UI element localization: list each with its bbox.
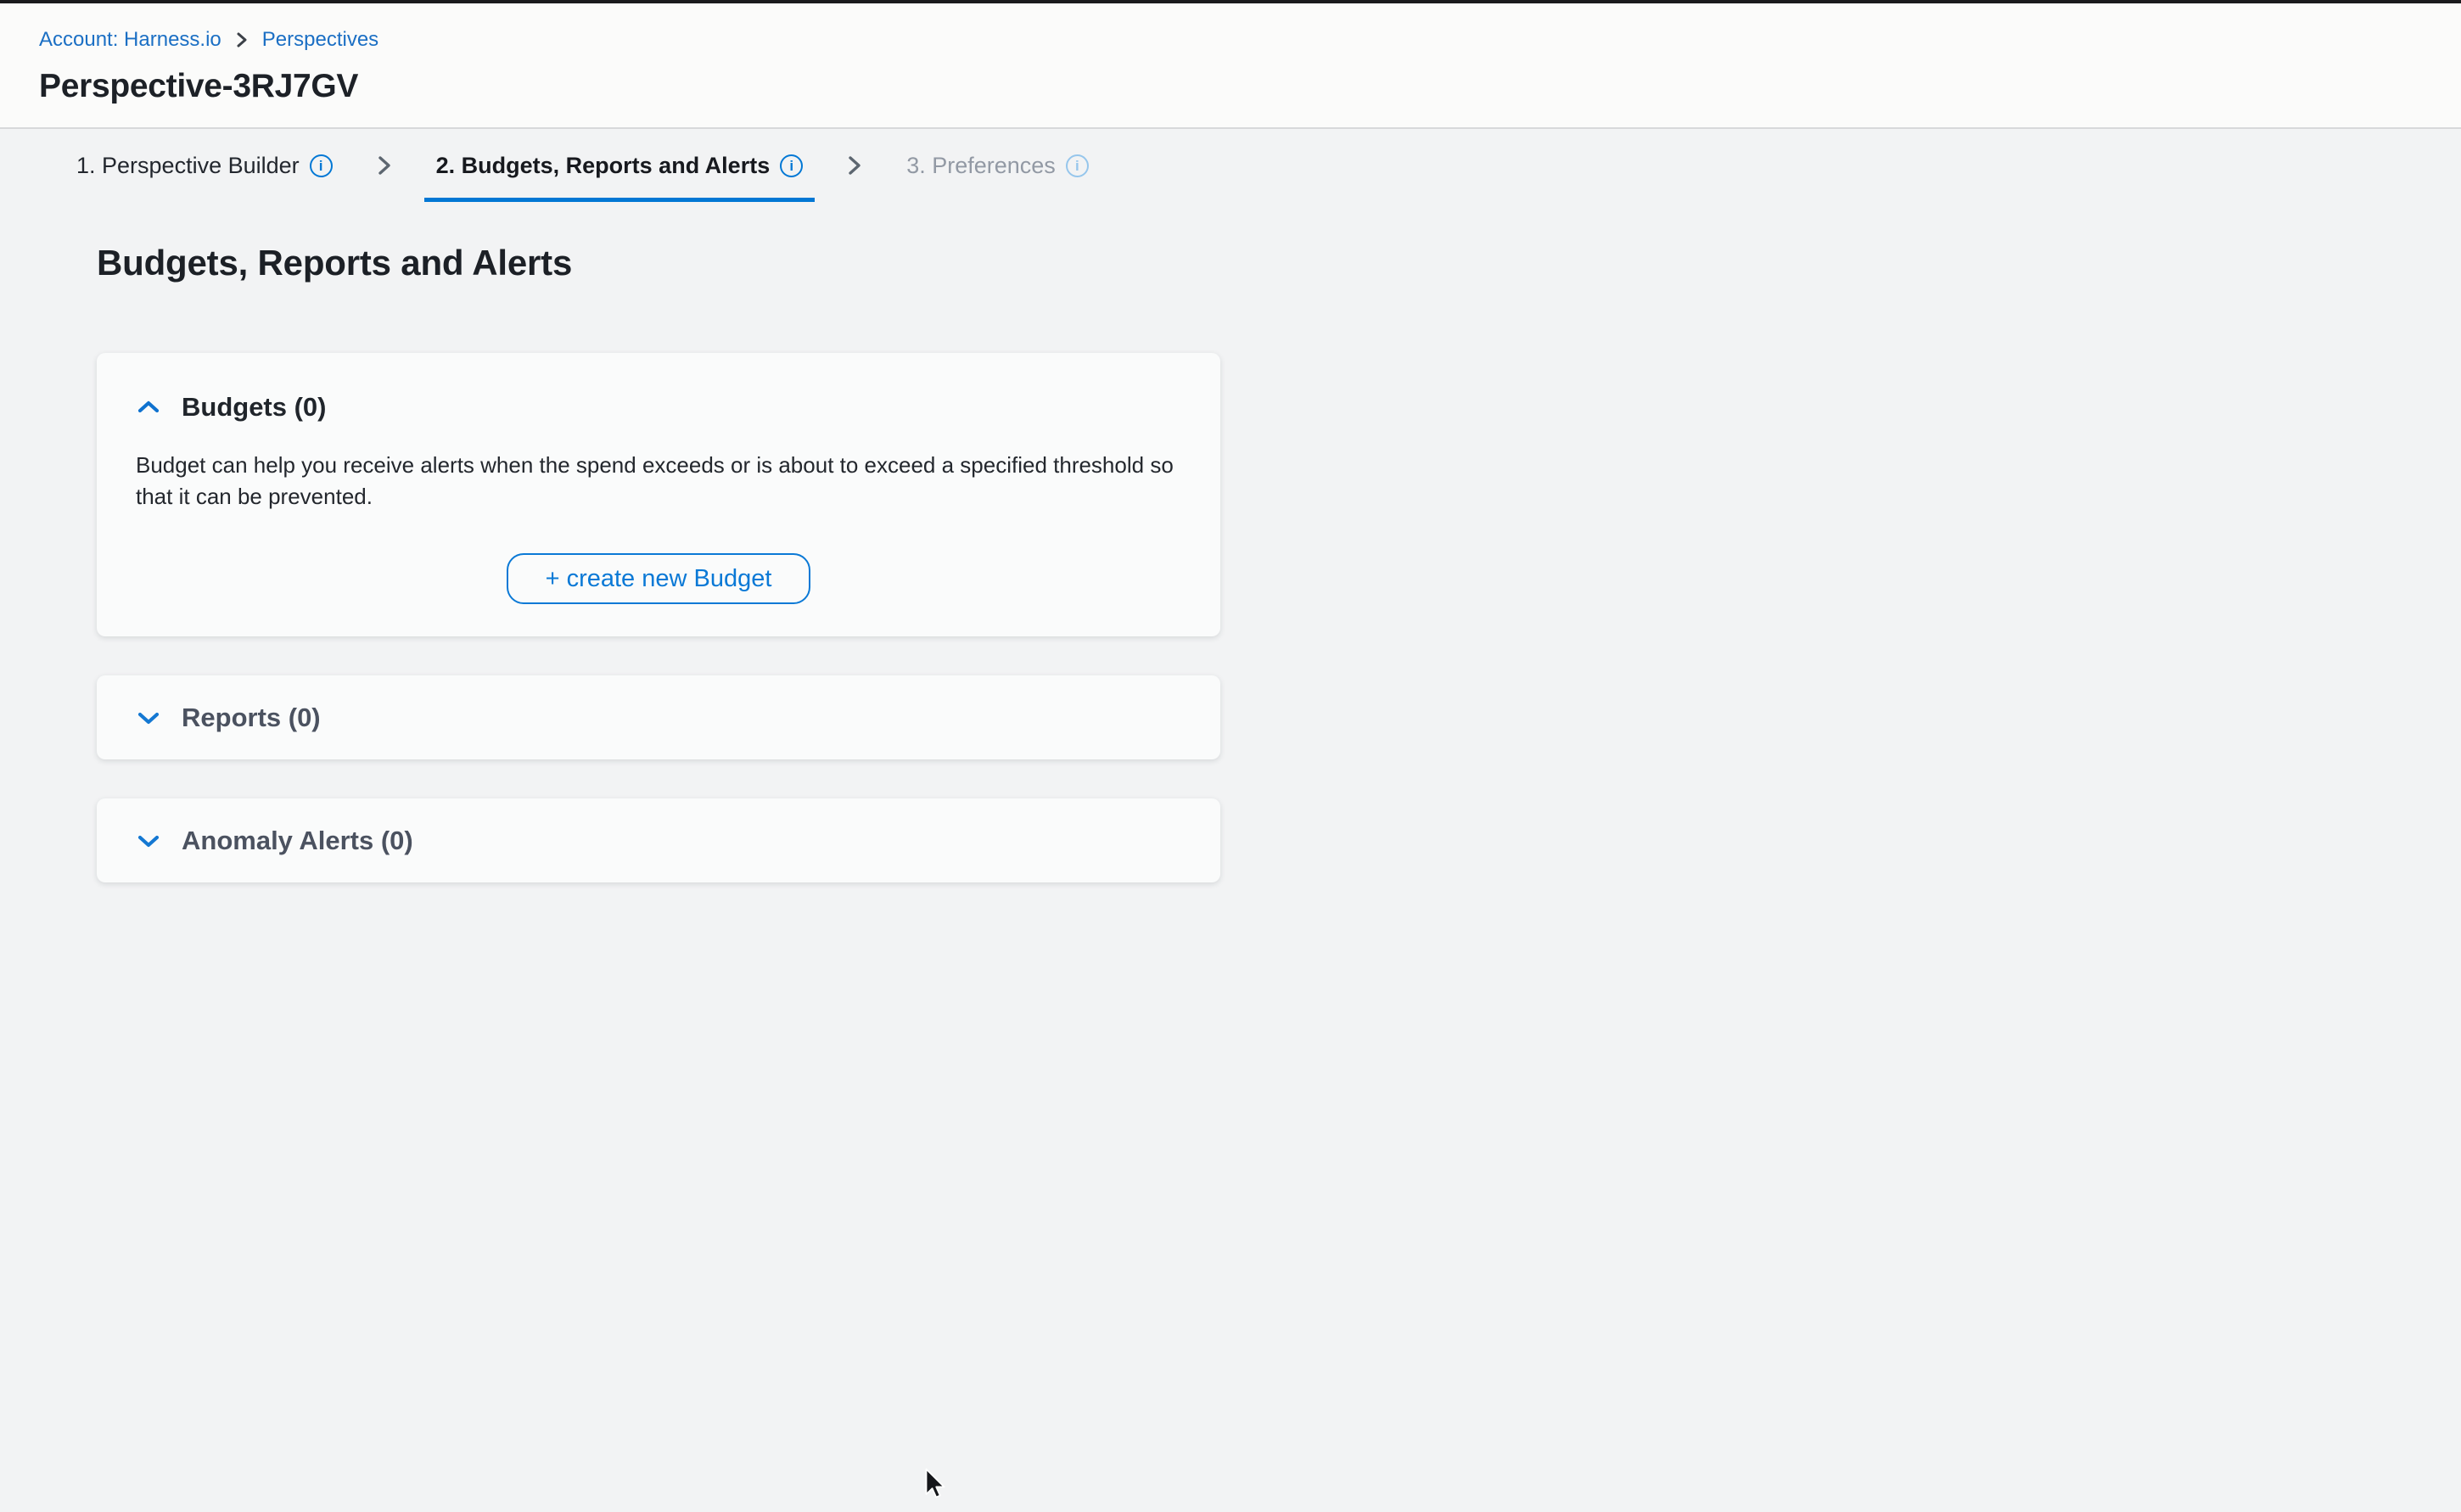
main-content: Budgets, Reports and Alerts Budgets (0) …: [0, 202, 2461, 882]
chevron-right-icon: [235, 30, 249, 50]
chevron-right-icon: [845, 129, 864, 202]
breadcrumb-link-perspectives[interactable]: Perspectives: [262, 27, 378, 53]
budgets-collapse-toggle[interactable]: Budgets (0): [136, 392, 1181, 423]
create-new-budget-button[interactable]: + create new Budget: [507, 553, 811, 604]
chevron-right-icon: [375, 129, 394, 202]
chevron-down-icon: [136, 709, 161, 726]
page-title: Perspective-3RJ7GV: [39, 68, 2461, 105]
anomaly-alerts-expand-toggle[interactable]: Anomaly Alerts (0): [136, 826, 413, 856]
tab-perspective-builder[interactable]: 1. Perspective Builder i: [64, 129, 345, 202]
tab-label: 1. Perspective Builder: [76, 153, 300, 179]
info-icon[interactable]: i: [310, 154, 333, 177]
anomaly-alerts-card: Anomaly Alerts (0): [97, 798, 1220, 882]
info-icon[interactable]: i: [1066, 154, 1089, 177]
reports-card-title: Reports (0): [182, 703, 321, 733]
mouse-cursor-icon: [925, 1468, 945, 1504]
tab-label: 2. Budgets, Reports and Alerts: [436, 153, 771, 179]
tab-budgets-reports-alerts[interactable]: 2. Budgets, Reports and Alerts i: [424, 129, 816, 202]
budgets-card: Budgets (0) Budget can help you receive …: [97, 353, 1220, 636]
reports-expand-toggle[interactable]: Reports (0): [136, 703, 321, 733]
page-header: Account: Harness.io Perspectives Perspec…: [0, 3, 2461, 129]
budgets-description: Budget can help you receive alerts when …: [136, 450, 1181, 512]
reports-card: Reports (0): [97, 675, 1220, 759]
breadcrumb: Account: Harness.io Perspectives: [39, 27, 2461, 53]
card-stack: Budgets (0) Budget can help you receive …: [97, 353, 1220, 882]
tab-preferences[interactable]: 3. Preferences i: [894, 129, 1101, 202]
chevron-up-icon: [136, 399, 161, 416]
breadcrumb-link-account[interactable]: Account: Harness.io: [39, 27, 221, 53]
chevron-down-icon: [136, 832, 161, 849]
wizard-tab-strip: 1. Perspective Builder i 2. Budgets, Rep…: [0, 129, 2461, 202]
info-icon[interactable]: i: [780, 154, 803, 177]
anomaly-alerts-card-title: Anomaly Alerts (0): [182, 826, 413, 856]
tab-label: 3. Preferences: [906, 153, 1056, 179]
section-heading: Budgets, Reports and Alerts: [97, 243, 2461, 283]
budgets-card-title: Budgets (0): [182, 392, 327, 423]
